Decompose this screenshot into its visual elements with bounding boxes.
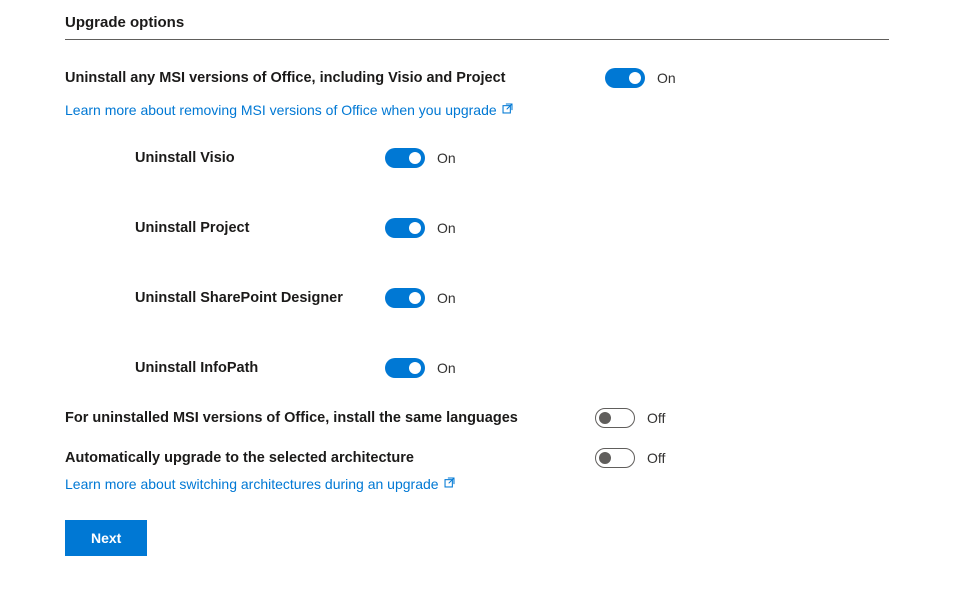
uninstall-sharepoint-row: Uninstall SharePoint Designer On: [135, 288, 889, 308]
uninstall-project-toggle[interactable]: [385, 218, 425, 238]
learn-more-msi-link[interactable]: Learn more about removing MSI versions o…: [65, 102, 514, 118]
uninstall-visio-label: Uninstall Visio: [135, 150, 385, 166]
divider: [65, 39, 889, 40]
uninstall-visio-toggle[interactable]: [385, 148, 425, 168]
open-new-window-icon: [443, 476, 456, 492]
uninstall-visio-row: Uninstall Visio On: [135, 148, 889, 168]
open-new-window-icon: [501, 102, 514, 118]
uninstall-infopath-state: On: [437, 360, 456, 376]
learn-more-arch-link[interactable]: Learn more about switching architectures…: [65, 476, 456, 492]
section-title: Upgrade options: [65, 14, 889, 31]
auto-upgrade-arch-state: Off: [647, 450, 665, 466]
uninstall-sharepoint-toggle[interactable]: [385, 288, 425, 308]
auto-upgrade-arch-toggle[interactable]: [595, 448, 635, 468]
uninstall-project-state: On: [437, 220, 456, 236]
uninstall-msi-label: Uninstall any MSI versions of Office, in…: [65, 70, 605, 86]
uninstall-infopath-row: Uninstall InfoPath On: [135, 358, 889, 378]
uninstall-sharepoint-state: On: [437, 290, 456, 306]
install-languages-label: For uninstalled MSI versions of Office, …: [65, 410, 595, 426]
uninstall-msi-state: On: [657, 70, 676, 86]
next-button[interactable]: Next: [65, 520, 147, 556]
auto-upgrade-arch-row: Automatically upgrade to the selected ar…: [65, 448, 889, 468]
uninstall-msi-toggle[interactable]: [605, 68, 645, 88]
uninstall-project-row: Uninstall Project On: [135, 218, 889, 238]
auto-upgrade-arch-label: Automatically upgrade to the selected ar…: [65, 450, 595, 466]
uninstall-infopath-toggle[interactable]: [385, 358, 425, 378]
sub-uninstall-group: Uninstall Visio On Uninstall Project On …: [65, 148, 889, 378]
install-languages-toggle[interactable]: [595, 408, 635, 428]
uninstall-sharepoint-label: Uninstall SharePoint Designer: [135, 290, 385, 306]
uninstall-infopath-label: Uninstall InfoPath: [135, 360, 385, 376]
uninstall-project-label: Uninstall Project: [135, 220, 385, 236]
install-languages-row: For uninstalled MSI versions of Office, …: [65, 408, 889, 428]
uninstall-visio-state: On: [437, 150, 456, 166]
uninstall-msi-row: Uninstall any MSI versions of Office, in…: [65, 68, 889, 88]
install-languages-state: Off: [647, 410, 665, 426]
